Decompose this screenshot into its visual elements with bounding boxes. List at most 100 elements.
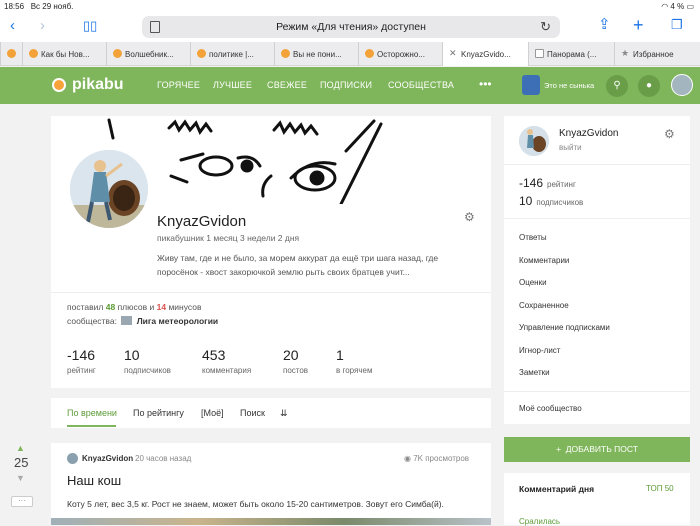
wifi-icon: ◠	[661, 2, 669, 11]
pikabu-favicon-icon	[365, 49, 374, 58]
post-author-avatar[interactable]	[67, 453, 78, 464]
tab-7[interactable]: Панорама (...	[528, 42, 614, 66]
stat-comments[interactable]: 453 комментария	[202, 347, 251, 375]
nav-hot[interactable]: ГОРЯЧЕЕ	[157, 80, 200, 90]
gear-icon[interactable]: ⚙	[664, 127, 675, 141]
tab-small[interactable]	[0, 42, 22, 66]
divider	[51, 292, 491, 293]
promo-icon[interactable]	[522, 75, 540, 95]
post-image[interactable]	[51, 518, 491, 525]
stat-hot[interactable]: 1 в горячем	[336, 347, 372, 375]
eye-icon: ◉	[404, 454, 411, 463]
tab-4[interactable]: Вы не пони...	[274, 42, 358, 66]
sidebar-item-ratings[interactable]: Оценки	[519, 278, 547, 287]
post-more-button[interactable]: ···	[11, 496, 33, 507]
user-sidebar: KnyazGvidon выйти ⚙ -146 рейтинг 10 подпис…	[504, 116, 690, 424]
tab-5[interactable]: Осторожно...	[358, 42, 442, 66]
gear-icon[interactable]: ⚙	[464, 210, 475, 224]
post-title[interactable]: Наш кош	[67, 473, 121, 488]
more-menu-button[interactable]: •••	[479, 77, 492, 91]
bookmarks-icon[interactable]: ▯▯	[83, 19, 97, 32]
site-logo[interactable]: pikabu	[72, 76, 124, 94]
status-time: 18:56	[4, 2, 25, 11]
pikabu-logo-icon[interactable]	[52, 78, 66, 92]
share-icon[interactable]: ⇪	[598, 17, 611, 32]
battery-percent: 4 %	[670, 2, 685, 11]
sort-icon[interactable]: ⇊	[280, 408, 288, 419]
logout-link[interactable]: выйти	[559, 143, 582, 152]
promo-link[interactable]: Это не сынька	[544, 81, 594, 90]
community-icon[interactable]	[121, 316, 133, 325]
reload-icon[interactable]: ↻	[540, 19, 551, 35]
tab-3[interactable]: политике |...	[190, 42, 274, 66]
nav-subscriptions[interactable]: ПОДПИСКИ	[320, 80, 372, 90]
downvote-icon[interactable]: ▼	[16, 473, 25, 483]
tabs-overview-icon[interactable]: ❐	[671, 18, 683, 31]
profile-card: KnyazGvidon пикабушник 1 месяц 3 недели …	[51, 116, 491, 388]
stat-subscribers[interactable]: 10 подписчиков	[124, 347, 171, 375]
upvote-icon[interactable]: ▲	[16, 443, 25, 453]
comment-of-day-title: Комментарий дня	[519, 484, 595, 494]
pikabu-favicon-icon	[281, 49, 290, 58]
top-50-link[interactable]: ТОП 50	[646, 484, 674, 493]
sidebar-item-saved[interactable]: Сохраненное	[519, 301, 569, 310]
back-icon[interactable]: ‹	[10, 18, 15, 33]
site-header: pikabu ГОРЯЧЕЕ ЛУЧШЕЕ СВЕЖЕЕ ПОДПИСКИ СО…	[0, 67, 700, 104]
filter-by-time[interactable]: По времени	[67, 408, 117, 418]
header-avatar[interactable]	[671, 74, 693, 96]
address-bar[interactable]: Режим «Для чтения» доступен ↻	[142, 16, 560, 38]
plus-count: 48	[105, 302, 116, 312]
forward-icon[interactable]: ›	[40, 18, 45, 33]
sidebar-item-manage-subs[interactable]: Управление подписками	[519, 323, 610, 332]
new-tab-icon[interactable]: +	[633, 16, 644, 34]
wiki-favicon-icon	[535, 49, 544, 58]
post-rating: 25	[14, 455, 29, 470]
sidebar-rating: -146 рейтинг	[519, 176, 576, 190]
add-post-button[interactable]: + ДОБАВИТЬ ПОСТ	[504, 437, 690, 462]
sidebar-item-replies[interactable]: Ответы	[519, 233, 547, 242]
community-link[interactable]: Лига метеорологии	[137, 316, 218, 326]
profile-avatar[interactable]	[68, 148, 150, 230]
sidebar-item-comments[interactable]: Комментарии	[519, 256, 569, 265]
active-filter-underline	[67, 425, 116, 427]
battery-icon: ▭	[686, 2, 694, 11]
browser-toolbar: ‹ › ▯▯ Режим «Для чтения» доступен ↻ ⇪ +…	[0, 12, 700, 42]
bell-icon[interactable]: ●	[638, 75, 660, 97]
stat-posts[interactable]: 20 постов	[283, 347, 308, 375]
filter-search[interactable]: Поиск	[240, 408, 265, 418]
sidebar-avatar[interactable]	[519, 126, 549, 156]
pikabu-favicon-icon	[29, 49, 38, 58]
search-icon[interactable]: ⚲	[606, 75, 628, 97]
post-author[interactable]: KnyazGvidon	[82, 454, 133, 463]
divider	[504, 218, 690, 219]
profile-bio: Живу там, где и не было, за морем аккура…	[157, 253, 439, 277]
star-icon: ★	[621, 48, 630, 58]
avatar-image	[70, 150, 148, 228]
minus-count: 14	[156, 302, 167, 312]
sidebar-item-ignore-list[interactable]: Игнор-лист	[519, 346, 560, 355]
sidebar-subscribers[interactable]: 10 подписчиков	[519, 194, 583, 208]
reader-mode-text: Режим «Для чтения» доступен	[276, 21, 426, 33]
tab-favorites[interactable]: ★ Избранное	[614, 42, 700, 66]
tab-1[interactable]: Как бы Нов...	[22, 42, 106, 66]
filter-by-rating[interactable]: По рейтингу	[133, 408, 184, 418]
post-time: 20 часов назад	[135, 454, 192, 463]
nav-best[interactable]: ЛУЧШЕЕ	[213, 80, 252, 90]
sidebar-item-my-community[interactable]: Моё сообщество	[519, 404, 582, 413]
profile-tenure: пикабушник 1 месяц 3 недели 2 дня	[157, 233, 300, 243]
tab-bar: Как бы Нов... Волшебник... политике |...…	[0, 42, 700, 66]
divider	[504, 391, 690, 392]
filter-mine[interactable]: [Моё]	[201, 408, 224, 418]
status-date: Вс 29 нояб.	[30, 2, 74, 11]
tab-active[interactable]: ✕ KnyazGvido...	[442, 42, 528, 66]
sidebar-username[interactable]: KnyazGvidon	[559, 128, 618, 139]
post-views: ◉ 7K просмотров	[404, 454, 470, 463]
status-bar: 18:56 Вс 29 нояб. ◠ 4 % ▭	[0, 0, 700, 12]
close-tab-icon[interactable]: ✕	[449, 48, 457, 59]
plus-icon: +	[556, 444, 562, 454]
tab-2[interactable]: Волшебник...	[106, 42, 190, 66]
nav-communities[interactable]: СООБЩЕСТВА	[388, 80, 454, 90]
sidebar-item-notes[interactable]: Заметки	[519, 368, 550, 377]
votes-summary: поставил 48 плюсов и 14 минусов	[67, 302, 202, 312]
nav-fresh[interactable]: СВЕЖЕЕ	[267, 80, 307, 90]
